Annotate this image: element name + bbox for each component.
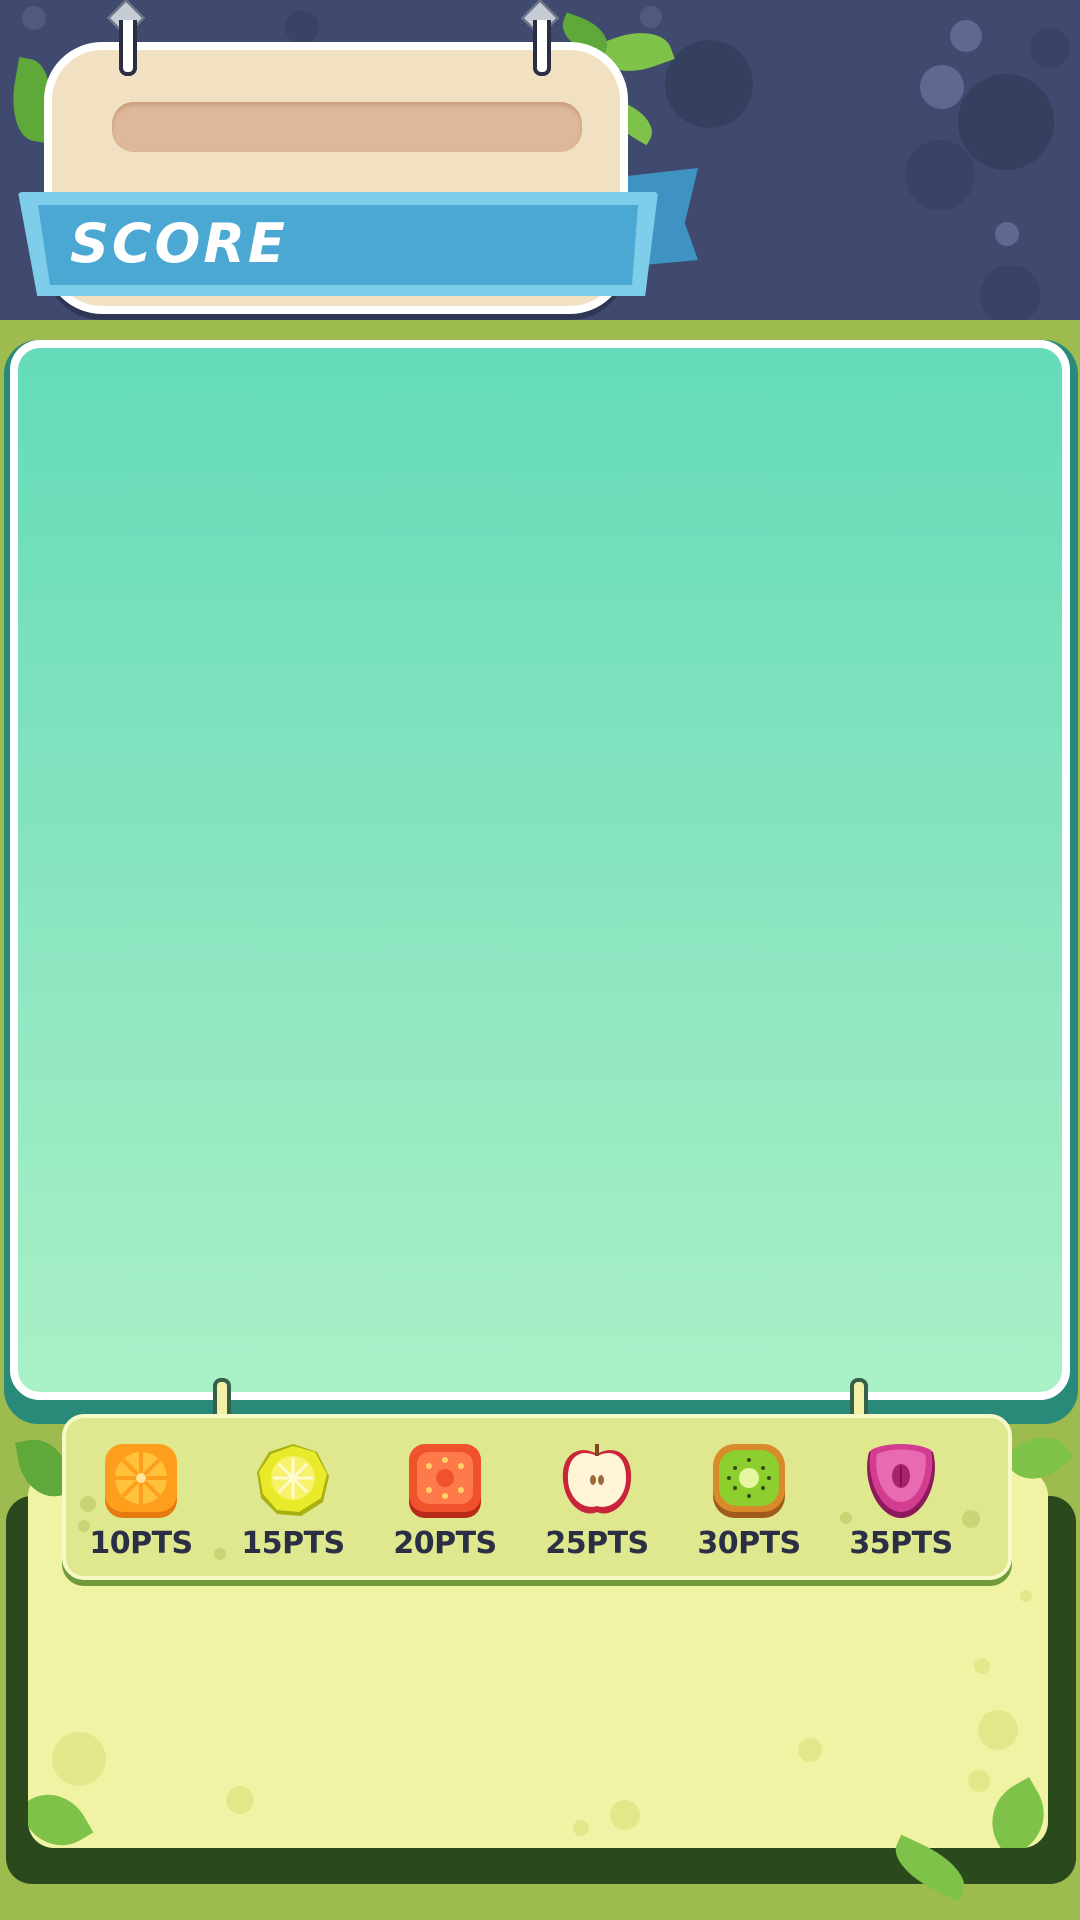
lemon-icon <box>255 1442 331 1518</box>
dot-decoration <box>978 1710 1018 1750</box>
bubble-decoration <box>995 222 1019 246</box>
dot-decoration <box>798 1738 822 1762</box>
dot-decoration <box>226 1786 254 1814</box>
tomato-icon <box>407 1442 483 1518</box>
leaf-decoration <box>28 1780 94 1848</box>
points-label: 15PTS <box>241 1526 345 1561</box>
bubble-decoration <box>958 74 1054 170</box>
kiwi-icon <box>711 1442 787 1518</box>
hanger-hook-right <box>520 0 560 76</box>
fruit-item-lemon: 15PTS <box>218 1442 368 1572</box>
bubble-decoration <box>1030 28 1070 68</box>
bubble-decoration <box>920 65 964 109</box>
bubble-decoration <box>640 6 662 28</box>
fruit-item-raspberry: 35PTS <box>826 1442 976 1572</box>
fruit-item-kiwi: 30PTS <box>674 1442 824 1572</box>
bubble-decoration <box>950 20 982 52</box>
hanger-hook-left <box>106 0 146 76</box>
apple-icon <box>559 1442 635 1518</box>
bubble-decoration <box>285 10 319 44</box>
points-label: 25PTS <box>545 1526 649 1561</box>
bubble-decoration <box>980 265 1040 320</box>
raspberry-icon <box>863 1442 939 1518</box>
fruit-item-apple: 25PTS <box>522 1442 672 1572</box>
bubble-decoration <box>22 6 46 30</box>
orange-icon <box>103 1442 179 1518</box>
points-label: 30PTS <box>697 1526 801 1561</box>
points-label: 20PTS <box>393 1526 497 1561</box>
fruit-points-legend: 10PTS 15PTS 20PTS 25PTS 30PTS 35PTS <box>62 1414 1012 1580</box>
dot-decoration <box>52 1732 106 1786</box>
fruit-item-tomato: 20PTS <box>370 1442 520 1572</box>
dot-decoration <box>573 1820 589 1836</box>
score-value-field <box>112 102 582 152</box>
dot-decoration <box>974 1658 990 1674</box>
bubble-decoration <box>665 40 753 128</box>
score-title: SCORE <box>70 212 288 275</box>
points-label: 35PTS <box>849 1526 953 1561</box>
game-board[interactable] <box>10 340 1070 1400</box>
bubble-decoration <box>905 140 975 210</box>
points-label: 10PTS <box>89 1526 193 1561</box>
dot-decoration <box>968 1770 990 1792</box>
fruit-item-orange: 10PTS <box>66 1442 216 1572</box>
dot-decoration <box>610 1800 640 1830</box>
dot-decoration <box>1020 1590 1032 1602</box>
